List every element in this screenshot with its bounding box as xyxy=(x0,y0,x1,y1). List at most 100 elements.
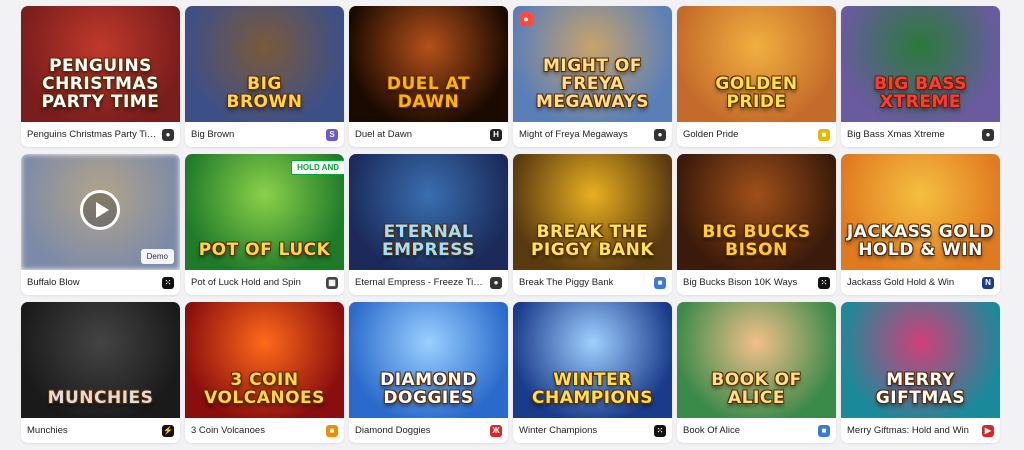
game-title[interactable]: Book Of Alice xyxy=(683,425,740,436)
game-caption: Pot of Luck Hold and Spin ▦ xyxy=(185,270,344,295)
game-logo: BIG BASS XTREME xyxy=(874,74,967,113)
game-thumbnail[interactable]: MUNCHIES xyxy=(21,302,180,418)
game-logo: PENGUINS CHRISTMAS PARTY TIME xyxy=(41,56,160,113)
game-card[interactable]: BIG BROWN Big Brown S xyxy=(185,6,344,147)
game-caption: Might of Freya Megaways ● xyxy=(513,122,672,147)
game-title[interactable]: Penguins Christmas Party Time xyxy=(27,129,157,140)
game-thumbnail[interactable]: 3 COIN VOLCANOES xyxy=(185,302,344,418)
game-thumbnail[interactable]: BREAK THE PIGGY BANK xyxy=(513,154,672,270)
game-card[interactable]: Demo Buffalo Blow ⁙ xyxy=(21,154,180,295)
game-caption: 3 Coin Volcanoes ■ xyxy=(185,418,344,443)
game-title[interactable]: Big Brown xyxy=(191,129,234,140)
game-thumbnail[interactable]: DIAMOND DOGGIES xyxy=(349,302,508,418)
game-card[interactable]: MERRY GIFTMAS Merry Giftmas: Hold and Win… xyxy=(841,302,1000,443)
game-title[interactable]: Golden Pride xyxy=(683,129,738,140)
provider-gold-icon: ■ xyxy=(818,128,830,141)
game-card[interactable]: GOLDEN PRIDE Golden Pride ■ xyxy=(677,6,836,147)
provider-swirl-icon: S xyxy=(326,128,338,141)
provider-dark-icon: ● xyxy=(490,276,502,289)
game-thumbnail[interactable]: BIG BUCKS BISON xyxy=(677,154,836,270)
provider-dots-icon: ⁙ xyxy=(162,276,174,289)
game-title[interactable]: Buffalo Blow xyxy=(27,277,80,288)
game-logo: BIG BUCKS BISON xyxy=(702,222,811,261)
provider-dots-icon: ⁙ xyxy=(654,424,666,437)
game-title[interactable]: Merry Giftmas: Hold and Win xyxy=(847,425,969,436)
game-logo: JACKASS GOLD HOLD & WIN xyxy=(846,222,995,261)
game-card[interactable]: MUNCHIES Munchies ⚡ xyxy=(21,302,180,443)
game-thumbnail[interactable]: MIGHT OF FREYA MEGAWAYS ● xyxy=(513,6,672,122)
game-caption: Break The Piggy Bank ■ xyxy=(513,270,672,295)
hot-badge-icon: ● xyxy=(519,12,533,26)
game-title[interactable]: Big Bucks Bison 10K Ways xyxy=(683,277,797,288)
game-thumbnail[interactable]: ETERNAL EMPRESS xyxy=(349,154,508,270)
game-title[interactable]: Jackass Gold Hold & Win xyxy=(847,277,954,288)
game-caption: Buffalo Blow ⁙ xyxy=(21,270,180,295)
game-title[interactable]: Big Bass Xmas Xtreme xyxy=(847,129,945,140)
game-logo: BOOK OF ALICE xyxy=(711,370,802,409)
hold-and-spin-tag: HOLD AND xyxy=(291,160,344,175)
game-caption: Diamond Doggies Ж xyxy=(349,418,508,443)
game-card[interactable]: PENGUINS CHRISTMAS PARTY TIME Penguins Ch… xyxy=(21,6,180,147)
game-card[interactable]: MIGHT OF FREYA MEGAWAYS ● Might of Freya M… xyxy=(513,6,672,147)
game-card[interactable]: BIG BASS XTREME Big Bass Xmas Xtreme ● xyxy=(841,6,1000,147)
game-logo: GOLDEN PRIDE xyxy=(715,74,798,113)
provider-red-icon: Ж xyxy=(490,424,502,437)
game-thumbnail[interactable]: JACKASS GOLD HOLD & WIN xyxy=(841,154,1000,270)
game-thumbnail[interactable]: MERRY GIFTMAS xyxy=(841,302,1000,418)
game-title[interactable]: Munchies xyxy=(27,425,68,436)
game-card[interactable]: JACKASS GOLD HOLD & WIN Jackass Gold Hold… xyxy=(841,154,1000,295)
demo-button[interactable]: Demo xyxy=(140,249,174,264)
provider-blue-icon: ■ xyxy=(654,276,666,289)
game-card[interactable]: DUEL AT DAWN Duel at Dawn H xyxy=(349,6,508,147)
game-card[interactable]: 3 COIN VOLCANOES 3 Coin Volcanoes ■ xyxy=(185,302,344,443)
game-card[interactable]: BIG BUCKS BISON Big Bucks Bison 10K Ways ⁙ xyxy=(677,154,836,295)
game-logo: MERRY GIFTMAS xyxy=(875,370,966,409)
game-thumbnail[interactable]: WINTER CHAMPIONS xyxy=(513,302,672,418)
game-grid: PENGUINS CHRISTMAS PARTY TIME Penguins Ch… xyxy=(21,6,1000,443)
provider-blue-icon: ■ xyxy=(818,424,830,437)
game-logo: MIGHT OF FREYA MEGAWAYS xyxy=(536,56,649,113)
game-thumbnail[interactable]: PENGUINS CHRISTMAS PARTY TIME xyxy=(21,6,180,122)
game-thumbnail[interactable]: GOLDEN PRIDE xyxy=(677,6,836,122)
game-title[interactable]: Duel at Dawn xyxy=(355,129,412,140)
play-icon xyxy=(95,202,109,218)
game-card[interactable]: DIAMOND DOGGIES Diamond Doggies Ж xyxy=(349,302,508,443)
game-title[interactable]: Break The Piggy Bank xyxy=(519,277,613,288)
provider-bolt-icon: ⚡ xyxy=(162,424,174,437)
game-logo: MUNCHIES xyxy=(47,388,154,409)
provider-orange-icon: ■ xyxy=(326,424,338,437)
provider-dark-icon: ● xyxy=(162,128,174,141)
play-button[interactable] xyxy=(80,190,120,230)
game-card[interactable]: BOOK OF ALICE Book Of Alice ■ xyxy=(677,302,836,443)
game-title[interactable]: Winter Champions xyxy=(519,425,597,436)
game-card[interactable]: ETERNAL EMPRESS Eternal Empress - Freeze … xyxy=(349,154,508,295)
game-logo: ETERNAL EMPRESS xyxy=(382,222,475,261)
game-title[interactable]: Might of Freya Megaways xyxy=(519,129,628,140)
game-thumbnail[interactable]: DUEL AT DAWN xyxy=(349,6,508,122)
game-caption: Big Bass Xmas Xtreme ● xyxy=(841,122,1000,147)
game-title[interactable]: 3 Coin Volcanoes xyxy=(191,425,265,436)
game-thumbnail[interactable]: BIG BASS XTREME xyxy=(841,6,1000,122)
game-card[interactable]: BREAK THE PIGGY BANK Break The Piggy Bank… xyxy=(513,154,672,295)
game-thumbnail[interactable]: POT OF LUCK HOLD AND xyxy=(185,154,344,270)
game-thumbnail[interactable]: BIG BROWN xyxy=(185,6,344,122)
game-card[interactable]: WINTER CHAMPIONS Winter Champions ⁙ xyxy=(513,302,672,443)
provider-h-icon: H xyxy=(490,128,502,141)
game-caption: Merry Giftmas: Hold and Win ▶ xyxy=(841,418,1000,443)
provider-dark-icon: ● xyxy=(654,128,666,141)
provider-play-icon: ▶ xyxy=(982,424,994,437)
game-logo: POT OF LUCK xyxy=(198,240,331,261)
game-title[interactable]: Pot of Luck Hold and Spin xyxy=(191,277,301,288)
game-thumbnail[interactable]: Demo xyxy=(21,154,180,270)
game-caption: Big Bucks Bison 10K Ways ⁙ xyxy=(677,270,836,295)
game-card[interactable]: POT OF LUCK HOLD AND Pot of Luck Hold and … xyxy=(185,154,344,295)
game-caption: Jackass Gold Hold & Win N xyxy=(841,270,1000,295)
game-caption: Duel at Dawn H xyxy=(349,122,508,147)
game-caption: Book Of Alice ■ xyxy=(677,418,836,443)
game-logo: BIG BROWN xyxy=(226,74,303,113)
game-title[interactable]: Eternal Empress - Freeze Time xyxy=(355,277,485,288)
game-thumbnail[interactable]: BOOK OF ALICE xyxy=(677,302,836,418)
game-title[interactable]: Diamond Doggies xyxy=(355,425,431,436)
provider-n-icon: N xyxy=(982,276,994,289)
game-caption: Penguins Christmas Party Time ● xyxy=(21,122,180,147)
